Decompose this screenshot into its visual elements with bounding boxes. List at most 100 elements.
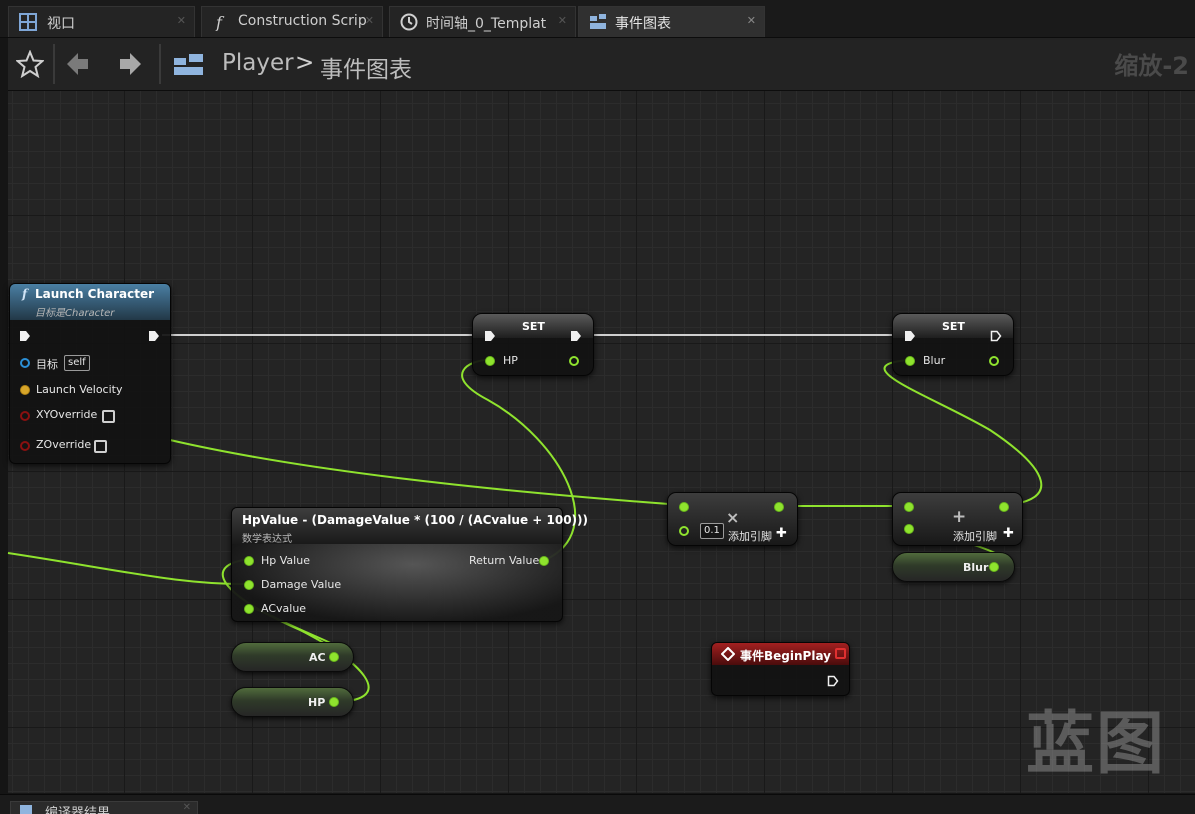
return-value-label: Return Value — [469, 554, 540, 567]
return-value-pin[interactable] — [539, 556, 549, 566]
tab-label: 视口 — [47, 16, 75, 32]
close-icon[interactable]: ✕ — [177, 14, 186, 27]
target-value-field[interactable]: self — [64, 355, 90, 371]
node-subtitle: 数学表达式 — [242, 534, 292, 545]
back-arrow-icon[interactable] — [64, 50, 92, 78]
add-input-a-pin[interactable] — [904, 502, 914, 512]
add-icon: + — [952, 507, 967, 527]
tab-viewport[interactable]: 视口 ✕ — [8, 6, 195, 37]
hp-value-label: Hp Value — [261, 554, 310, 567]
node-event-beginplay[interactable]: 事件BeginPlay — [711, 642, 850, 696]
node-get-ac[interactable]: AC — [231, 642, 354, 672]
multiply-output-pin[interactable] — [774, 502, 784, 512]
pin-label: HP — [503, 354, 518, 367]
node-header: f Launch Character 目标是Character — [10, 284, 170, 320]
ac-value-label: ACvalue — [261, 602, 307, 615]
graph-toolbar: Player > 事件图表 缩放-2 — [8, 38, 1195, 91]
ac-getter-pin[interactable] — [329, 652, 339, 662]
viewport-grid-icon — [19, 13, 37, 31]
hp-input-pin[interactable] — [485, 356, 495, 366]
launch-velocity-pin[interactable] — [20, 385, 30, 395]
close-icon[interactable]: ✕ — [558, 14, 567, 27]
tab-label: 时间轴_0_Templat — [426, 16, 547, 32]
node-multiply[interactable]: 0.1 × 添加引脚 ✚ — [667, 492, 798, 546]
close-icon[interactable]: ✕ — [747, 14, 756, 27]
toolbar-divider — [53, 44, 55, 84]
function-icon: f — [215, 13, 225, 31]
multiply-input-b-field[interactable]: 0.1 — [700, 523, 724, 539]
tab-label: 编译器结果 — [45, 806, 111, 814]
z-override-label: ZOverride — [36, 438, 92, 451]
exec-out-pin-unconnected[interactable] — [827, 675, 839, 687]
node-get-hp[interactable]: HP — [231, 687, 354, 717]
add-pin-icon[interactable]: ✚ — [1003, 526, 1014, 541]
blur-input-pin[interactable] — [905, 356, 915, 366]
variable-label: HP — [308, 696, 326, 709]
compiler-results-icon — [20, 805, 32, 814]
add-pin-icon[interactable]: ✚ — [776, 526, 787, 541]
tab-label: Construction Scrip — [238, 13, 366, 29]
blur-output-pin[interactable] — [989, 356, 999, 366]
add-input-b-pin[interactable] — [904, 524, 914, 534]
blueprint-editor: 视口 ✕ f Construction Scrip ✕ 时间轴_0_Templa… — [0, 0, 1195, 814]
exec-out-pin[interactable] — [570, 330, 582, 342]
close-icon[interactable]: ✕ — [183, 802, 191, 813]
node-title: Launch Character — [35, 287, 155, 301]
delegate-pin-icon[interactable] — [835, 648, 846, 659]
node-title: SET — [522, 320, 545, 333]
blur-getter-pin[interactable] — [989, 562, 999, 572]
exec-in-pin[interactable] — [904, 330, 916, 342]
blueprint-watermark: 蓝图 — [1026, 705, 1167, 784]
pin-label: Blur — [923, 354, 946, 367]
star-favorite-icon[interactable] — [16, 50, 44, 78]
graph-canvas[interactable] — [8, 91, 1195, 793]
event-diamond-icon — [721, 647, 735, 661]
multiply-input-b-pin[interactable] — [679, 526, 689, 536]
hp-output-pin[interactable] — [569, 356, 579, 366]
bottom-panel: 编译器结果 ✕ — [0, 794, 1195, 814]
variable-label: Blur — [963, 561, 989, 574]
node-set-hp[interactable]: SET HP — [472, 313, 594, 376]
node-title: SET — [942, 320, 965, 333]
multiply-input-a-pin[interactable] — [679, 502, 689, 512]
function-icon: f — [22, 287, 28, 301]
clock-icon — [400, 13, 418, 31]
exec-in-pin[interactable] — [19, 330, 31, 342]
hp-getter-pin[interactable] — [329, 697, 339, 707]
add-output-pin[interactable] — [999, 502, 1009, 512]
forward-arrow-icon[interactable] — [116, 50, 144, 78]
xy-override-pin[interactable] — [20, 411, 30, 421]
toolbar-divider — [159, 44, 161, 84]
tab-construction-script[interactable]: f Construction Scrip ✕ — [201, 6, 383, 37]
damage-value-label: Damage Value — [261, 578, 342, 591]
node-get-blur[interactable]: Blur — [892, 552, 1015, 582]
z-override-checkbox[interactable] — [94, 440, 107, 453]
ac-value-pin[interactable] — [244, 604, 254, 614]
xy-override-checkbox[interactable] — [102, 410, 115, 423]
exec-out-pin-unconnected[interactable] — [990, 330, 1002, 342]
tab-timeline[interactable]: 时间轴_0_Templat ✕ — [389, 6, 576, 37]
add-pin-button-label[interactable]: 添加引脚 — [728, 528, 772, 544]
variable-label: AC — [309, 651, 326, 664]
tab-event-graph[interactable]: 事件图表 ✕ — [578, 6, 765, 37]
node-launch-character[interactable]: f Launch Character 目标是Character 目标 self … — [9, 283, 171, 464]
node-subtitle: 目标是Character — [35, 308, 115, 319]
add-pin-button-label[interactable]: 添加引脚 — [953, 528, 997, 544]
node-set-blur[interactable]: SET Blur — [892, 313, 1014, 376]
xy-override-label: XYOverride — [36, 408, 98, 421]
breadcrumb-root[interactable]: Player — [222, 50, 294, 76]
node-add[interactable]: + 添加引脚 ✚ — [892, 492, 1023, 546]
target-label: 目标 — [36, 358, 58, 371]
hp-value-pin[interactable] — [244, 556, 254, 566]
damage-value-pin[interactable] — [244, 580, 254, 590]
exec-in-pin[interactable] — [484, 330, 496, 342]
z-override-pin[interactable] — [20, 441, 30, 451]
node-math-expression[interactable]: HpValue - (DamageValue * (100 / (ACvalue… — [231, 507, 588, 622]
target-pin[interactable] — [20, 358, 30, 368]
close-icon[interactable]: ✕ — [365, 14, 374, 27]
launch-velocity-label: Launch Velocity — [36, 383, 123, 396]
exec-out-pin[interactable] — [148, 330, 160, 342]
breadcrumb-separator: > — [295, 50, 315, 76]
tab-compiler-results[interactable]: 编译器结果 ✕ — [10, 801, 198, 814]
event-graph-icon — [590, 14, 606, 29]
